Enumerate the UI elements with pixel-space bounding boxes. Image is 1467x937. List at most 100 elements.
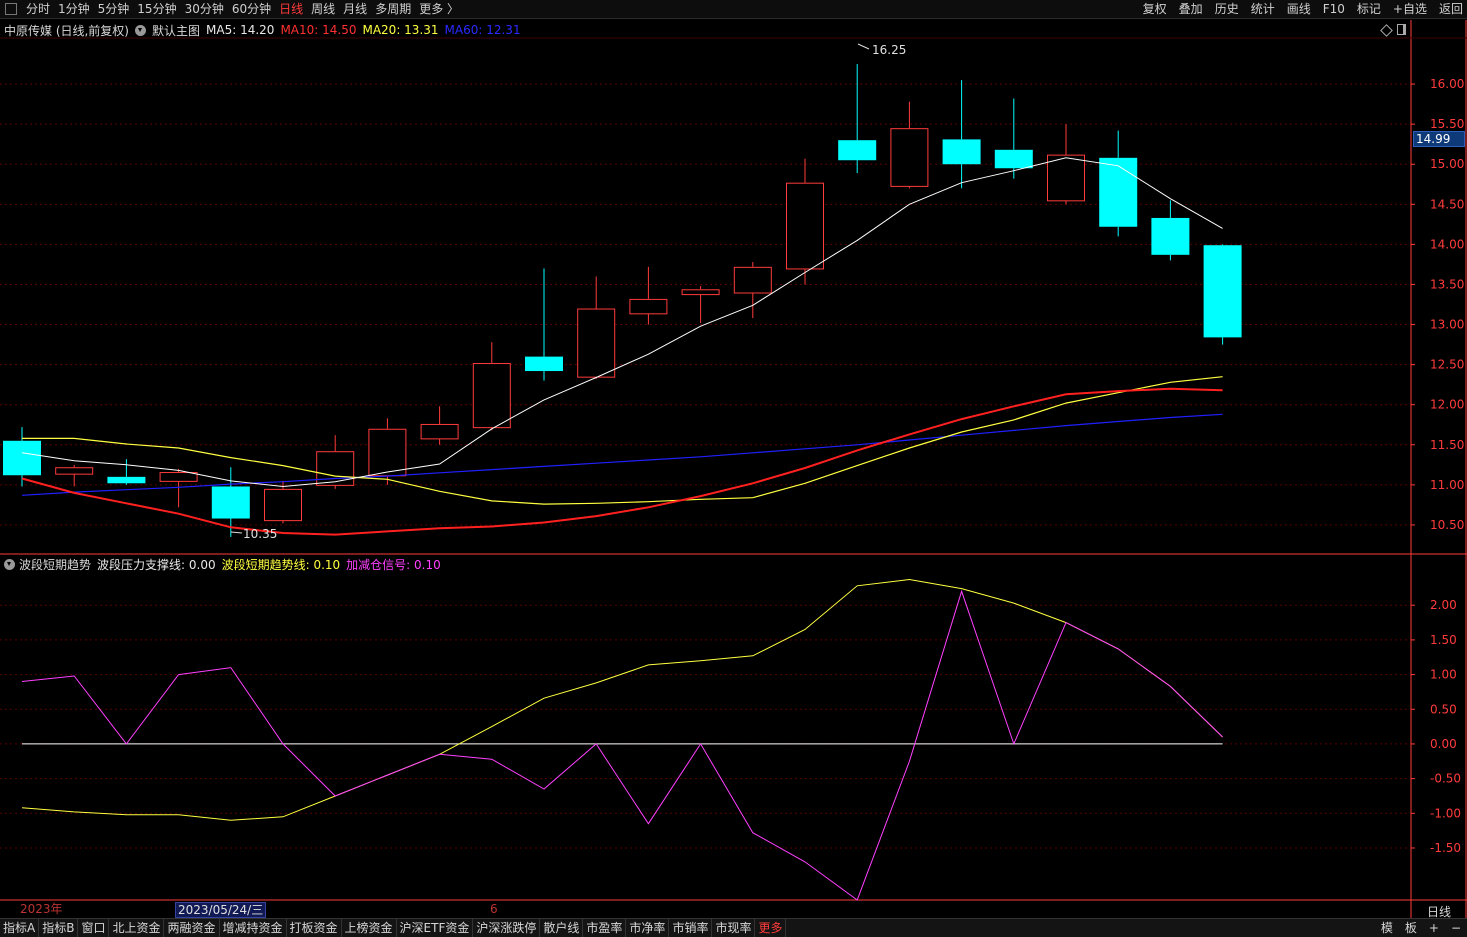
y-tick-label: 13.00	[1430, 318, 1464, 332]
candle-body	[629, 298, 668, 315]
candle-body	[525, 356, 563, 372]
y-tick-label: 16.00	[1430, 77, 1464, 91]
candle-body	[681, 289, 720, 296]
indicator-name[interactable]: 波段短期趋势	[19, 556, 91, 573]
template-button[interactable]: 模	[1381, 919, 1393, 937]
candle-body	[1203, 245, 1242, 338]
chart-canvas[interactable]: 16.00 15.50 15.00 14.50 14.00 13.50 13.00 12.50…	[0, 0, 1467, 918]
panel-toggle-icon[interactable]	[1397, 24, 1406, 35]
tab-limit-stats[interactable]: 沪深涨跌停	[473, 919, 541, 937]
tab-window[interactable]: 窗口	[78, 919, 110, 937]
trend-legend: 波段短期趋势线: 0.10	[221, 557, 341, 572]
candle-body	[786, 182, 824, 270]
board-button[interactable]: 板	[1405, 919, 1417, 937]
candle-body	[3, 440, 41, 476]
tab-pe[interactable]: 市盈率	[583, 919, 627, 937]
tab-pcf[interactable]: 市现率	[712, 919, 756, 937]
ma20-line	[22, 376, 1223, 505]
high-label: 16.25	[872, 43, 906, 57]
month-mark: 6	[490, 902, 498, 916]
y-tick-label: 12.00	[1430, 398, 1464, 412]
candle-body	[1151, 217, 1190, 255]
y-tick-label: 12.50	[1430, 358, 1464, 372]
y-tick-label: 1.00	[1430, 668, 1457, 682]
ma5-line	[21, 157, 1223, 488]
ma10-legend: MA10: 14.50	[280, 23, 357, 37]
y-tick-labels: 16.00 15.50 15.00 14.50 14.00 13.50 13.00 12.50…	[1430, 77, 1464, 855]
candle-body	[316, 451, 355, 486]
bottom-right-controls: 模 板 + −	[1369, 919, 1461, 937]
candle-body	[577, 308, 616, 378]
indicator-dropdown-icon[interactable]	[4, 558, 15, 570]
candle-body	[1099, 157, 1138, 227]
tab-etf-fund[interactable]: 沪深ETF资金	[397, 919, 474, 937]
y-tick-label: 0.00	[1430, 737, 1457, 751]
zoom-in-button[interactable]: +	[1429, 919, 1439, 937]
candle-body	[942, 139, 981, 165]
tab-northbound[interactable]: 北上资金	[109, 919, 165, 937]
tab-more-bottom[interactable]: 更多	[755, 919, 787, 937]
ma60-line	[21, 413, 1223, 496]
candles	[3, 64, 1242, 537]
y-tick-label: -0.50	[1430, 772, 1461, 786]
tab-holding-change[interactable]: 增减持资金	[220, 919, 287, 937]
indicator-legend: 波段短期趋势 波段压力支撑线: 0.00 波段短期趋势线: 0.10 加减仓信号…	[4, 556, 447, 572]
main-legend: 中原传媒 (日线,前复权) 默认主图 MA5: 14.20 MA10: 14.5…	[4, 22, 527, 38]
tab-indicator-a[interactable]: 指标A	[0, 919, 40, 937]
y-tick-label: 11.50	[1430, 438, 1464, 452]
candle-body	[159, 472, 198, 482]
signal-legend: 加减仓信号: 0.10	[346, 557, 441, 572]
candle-body	[368, 428, 407, 477]
candle-body	[211, 486, 250, 519]
high-annotation: 16.25	[857, 43, 906, 57]
y-tick-label: 2.00	[1430, 598, 1457, 612]
candle-body	[994, 149, 1033, 169]
y-tick-label: 14.00	[1430, 237, 1464, 251]
tab-pb[interactable]: 市净率	[626, 919, 670, 937]
pane-controls	[1379, 24, 1406, 37]
signal-line	[21, 589, 1223, 901]
y-tick-label: 0.50	[1430, 702, 1457, 716]
candle-body	[420, 423, 459, 440]
y-tick-label: 10.50	[1430, 518, 1464, 532]
template-name[interactable]: 默认主图	[152, 22, 200, 39]
candle-body	[107, 476, 146, 484]
y-tick-label: 13.50	[1430, 277, 1464, 291]
axes	[0, 20, 1467, 918]
tab-indicator-b[interactable]: 指标B	[39, 919, 79, 937]
support-legend: 波段压力支撑线: 0.00	[97, 557, 216, 572]
candle-body	[890, 128, 929, 187]
zoom-out-button[interactable]: −	[1451, 919, 1461, 937]
candle-body	[1047, 154, 1085, 202]
y-tick-label: -1.00	[1430, 806, 1461, 820]
tab-margin[interactable]: 两融资金	[164, 919, 220, 937]
current-price-tag: 14.99	[1413, 131, 1465, 147]
y-tick-label: 15.50	[1430, 117, 1464, 131]
ma-lines	[21, 157, 1223, 536]
candle-body	[838, 140, 877, 161]
dropdown-icon[interactable]	[135, 24, 146, 36]
indicator-lines	[21, 578, 1223, 901]
y-tick-label: 1.50	[1430, 633, 1457, 647]
ma20-legend: MA20: 13.31	[362, 23, 439, 37]
tab-retail-line[interactable]: 散户线	[540, 919, 584, 937]
y-tick-label: -1.50	[1430, 841, 1461, 855]
year-label: 2023年	[20, 902, 63, 916]
y-tick-label: 15.00	[1430, 157, 1464, 171]
diamond-icon[interactable]	[1380, 24, 1393, 37]
tab-limit-up-fund[interactable]: 打板资金	[287, 919, 342, 937]
tab-top-list-fund[interactable]: 上榜资金	[342, 919, 397, 937]
low-label: 10.35	[243, 527, 277, 541]
ma5-legend: MA5: 14.20	[206, 23, 275, 37]
bottom-tabs: 指标A 指标B 窗口 北上资金 两融资金 增减持资金 打板资金 上榜资金 沪深E…	[0, 918, 1467, 937]
ma60-legend: MA60: 12.31	[444, 23, 521, 37]
y-tick-label: 11.00	[1430, 478, 1464, 492]
candle-body	[733, 266, 772, 294]
y-tick-label: 14.50	[1430, 197, 1464, 211]
cursor-date: 2023/05/24/三	[175, 902, 267, 918]
candle-body	[55, 467, 94, 475]
candle-body	[472, 363, 511, 429]
stock-title: 中原传媒 (日线,前复权)	[4, 23, 129, 38]
tab-ps[interactable]: 市销率	[669, 919, 713, 937]
grid-lines	[0, 83, 1415, 849]
